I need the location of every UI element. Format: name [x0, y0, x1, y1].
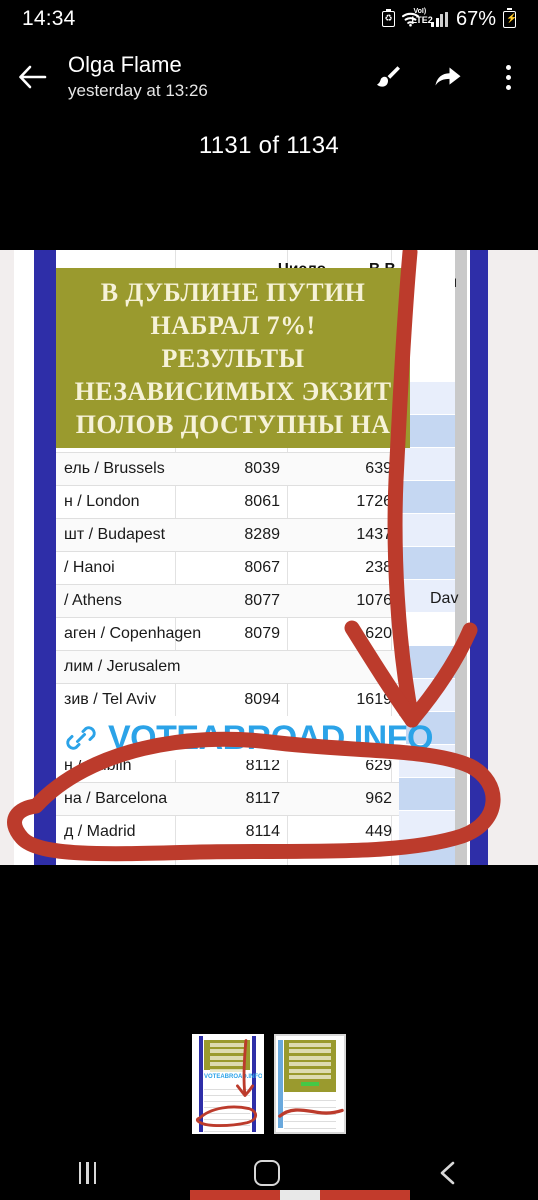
cell-number: 8061	[244, 493, 280, 510]
app-bar: Olga Flame yesterday at 13:26	[0, 42, 538, 112]
cell-count: 1619	[356, 691, 392, 708]
cell-number: 8039	[244, 460, 280, 477]
recents-icon[interactable]	[78, 1161, 97, 1184]
cell-city: ель / Brussels	[64, 460, 165, 477]
photo-left-margin	[0, 250, 14, 865]
thumb-red-annotation	[195, 1039, 258, 1127]
share-button[interactable]	[418, 47, 478, 107]
cell-count: 238	[365, 559, 392, 576]
volte-icon: VoI)	[413, 8, 427, 15]
cell-number: 8077	[244, 592, 280, 609]
side-label-dav: Dav	[430, 590, 459, 607]
banner-line-2: НАБРАЛ 7%!	[150, 311, 316, 340]
scrollbar-track[interactable]	[455, 250, 467, 865]
cell-number: 8117	[245, 790, 280, 807]
banner-line-5: ПОЛОВ ДОСТУПНЫ НА	[75, 410, 391, 439]
table-row: / Hanoi806723815%	[56, 552, 455, 585]
three-dots-icon	[505, 64, 511, 90]
blue-accent-right	[470, 250, 488, 865]
cell-city: / Athens	[64, 592, 122, 609]
table-row: / Athens80771076%	[56, 585, 455, 618]
message-timestamp: yesterday at 13:26	[68, 81, 208, 100]
cell-city: на / Barcelona	[64, 790, 168, 807]
back-chevron-icon[interactable]	[437, 1160, 459, 1186]
battery-icon	[503, 8, 517, 28]
thumb2-red-annotation	[278, 1108, 344, 1118]
paintbrush-icon	[375, 64, 401, 90]
cell-city: зив / Tel Aviv	[64, 691, 157, 708]
banner-line-1: В ДУБЛИНЕ ПУТИН	[100, 278, 366, 307]
back-button[interactable]	[0, 47, 64, 107]
status-bar: 14:34 VoI) LTE2 67%	[0, 0, 538, 38]
voteabroad-logo: VOTEABROAD.INFO	[64, 716, 433, 760]
cell-city: / Hanoi	[64, 559, 115, 576]
table-row: зив / Tel Aviv8094161916%	[56, 684, 455, 717]
status-clock: 14:34	[22, 7, 76, 30]
cell-count: 1726	[356, 493, 392, 510]
battery-saver-icon	[382, 9, 396, 27]
home-icon[interactable]	[253, 1159, 280, 1186]
signal-bars-icon	[431, 11, 448, 27]
cell-city: н / London	[64, 493, 140, 510]
thumbnail-strip[interactable]: VOTEABROAD.INFO	[0, 1028, 538, 1140]
photo-right-margin	[488, 250, 538, 865]
cell-count: 962	[365, 790, 392, 807]
cell-city: шт / Budapest	[64, 526, 166, 543]
table-row: аген / Copenhagen 8079 620	[56, 618, 455, 651]
cell-number: 8114	[245, 823, 280, 840]
overflow-menu-button[interactable]	[478, 47, 538, 107]
cell-count: 1437	[356, 526, 392, 543]
thumbnail-current[interactable]: VOTEABROAD.INFO	[192, 1034, 264, 1134]
table-row: на / Barcelona81179625%	[56, 783, 455, 816]
wifi-icon: VoI) LTE2	[401, 8, 433, 28]
cell-count: 620	[365, 625, 392, 642]
banner-line-3: РЕЗУЛЬТЫ	[161, 344, 305, 373]
conversation-title-block: Olga Flame yesterday at 13:26	[64, 51, 358, 103]
link-chain-icon	[64, 721, 98, 755]
share-arrow-icon	[434, 65, 462, 89]
cell-city: лим / Jerusalem	[64, 658, 181, 675]
blue-accent-left	[34, 250, 56, 865]
table-row: д / Madrid 8114 449	[56, 816, 455, 849]
next-image-peek	[0, 1190, 538, 1200]
table-row: шт / Budapest8289143714%	[56, 519, 455, 552]
image-counter: 1131 of 1134	[198, 132, 340, 159]
banner-line-4: НЕЗАВИСИМЫХ ЭКЗИТ	[74, 377, 392, 406]
photo-viewer[interactable]: ···· Число В.В. В Дан ру / Белград-Айрес…	[0, 250, 538, 865]
network-label: LTE2	[411, 15, 433, 25]
cell-number: 8067	[244, 559, 280, 576]
cell-number: 8079	[244, 625, 280, 642]
phone-screen: 14:34 VoI) LTE2 67%	[0, 0, 538, 1200]
cell-number: 8094	[244, 691, 280, 708]
table-row: ель / Brussels803963923%	[56, 453, 455, 486]
sender-name: Olga Flame	[68, 52, 182, 77]
status-icons: VoI) LTE2 67%	[382, 7, 517, 31]
cell-city: д / Madrid	[64, 823, 136, 840]
markup-button[interactable]	[358, 47, 418, 107]
cell-count: 1076	[356, 592, 392, 609]
table-row: лим / Jerusalem	[56, 651, 455, 684]
table-row: н / London806117266%	[56, 486, 455, 519]
cell-number: 8289	[244, 526, 280, 543]
thumbnail-next[interactable]	[274, 1034, 346, 1134]
battery-percent: 67%	[455, 7, 496, 30]
cell-count: 449	[365, 823, 392, 840]
voteabroad-logo-text: VOTEABROAD.INFO	[108, 719, 433, 757]
cell-count: 639	[365, 460, 392, 477]
olive-banner: В ДУБЛИНЕ ПУТИН НАБРАЛ 7%! РЕЗУЛЬТЫ НЕЗА…	[56, 268, 410, 448]
